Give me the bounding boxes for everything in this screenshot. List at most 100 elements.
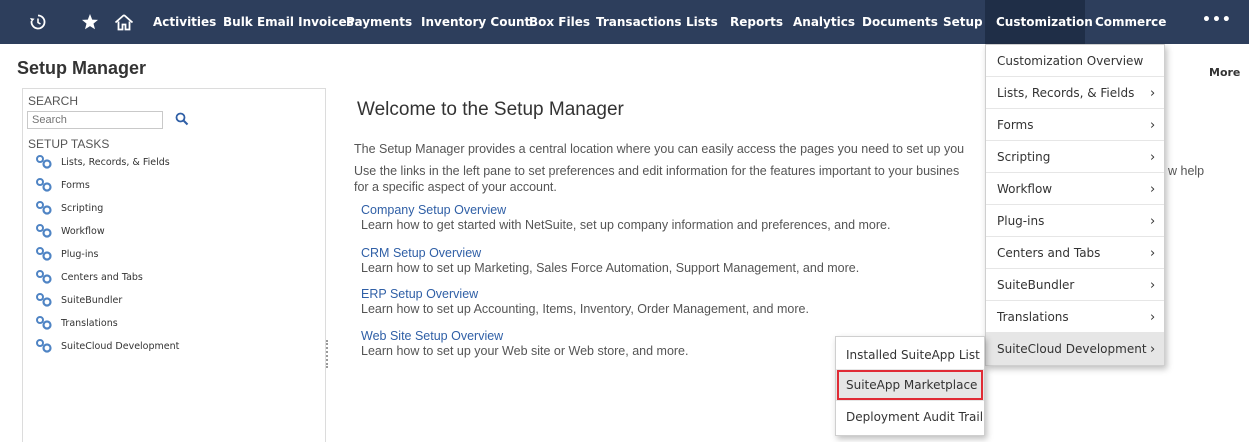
- company-setup-overview-link[interactable]: Company Setup Overview: [361, 203, 506, 217]
- menu-item-label: Customization Overview: [997, 53, 1144, 68]
- nav-inventory-count[interactable]: Inventory Count: [421, 0, 530, 44]
- nav-bulk-email-invoices[interactable]: Bulk Email Invoices: [223, 0, 354, 44]
- gear-icon: [36, 339, 52, 353]
- gear-icon: [36, 316, 52, 330]
- chevron-right-icon: ›: [1150, 181, 1156, 197]
- nav-activities[interactable]: Activities: [153, 0, 216, 44]
- chevron-right-icon: ›: [1150, 341, 1156, 357]
- submenu-item-installed-suiteapp-list[interactable]: Installed SuiteApp List: [836, 339, 984, 371]
- task-centers-and-tabs[interactable]: Centers and Tabs: [35, 268, 143, 286]
- task-suitebundler[interactable]: SuiteBundler: [35, 291, 122, 309]
- gear-icon: [36, 178, 52, 192]
- web-site-setup-description: Learn how to set up your Web site or Web…: [361, 344, 689, 358]
- nav-box-files[interactable]: Box Files: [529, 0, 590, 44]
- page-title: Setup Manager: [17, 58, 147, 78]
- recent-icon[interactable]: [27, 0, 49, 44]
- task-label: Centers and Tabs: [61, 271, 143, 283]
- intro-paragraph-2: Use the links in the left pane to set pr…: [354, 164, 960, 178]
- menu-item-label: Plug-ins: [997, 213, 1045, 228]
- menu-item-label: SuiteBundler: [997, 277, 1075, 292]
- gear-icon: [36, 270, 52, 284]
- chevron-right-icon: ›: [1150, 213, 1156, 229]
- nav-more-button[interactable]: •••: [1202, 0, 1232, 44]
- menu-item-lists-records-fields[interactable]: Lists, Records, & Fields ›: [986, 77, 1164, 109]
- menu-item-forms[interactable]: Forms ›: [986, 109, 1164, 141]
- nav-commerce[interactable]: Commerce: [1095, 0, 1166, 44]
- task-forms[interactable]: Forms: [35, 176, 90, 194]
- crm-setup-overview-link[interactable]: CRM Setup Overview: [361, 246, 481, 260]
- home-icon[interactable]: [113, 0, 135, 44]
- task-scripting[interactable]: Scripting: [35, 199, 103, 217]
- task-label: Plug-ins: [61, 248, 99, 260]
- top-navigation-bar: Activities Bulk Email Invoices Payments …: [0, 0, 1249, 44]
- menu-item-suitebundler[interactable]: SuiteBundler ›: [986, 269, 1164, 301]
- task-lists-records-fields[interactable]: Lists, Records, & Fields: [35, 153, 170, 171]
- company-setup-description: Learn how to get started with NetSuite, …: [361, 218, 891, 232]
- menu-item-label: Scripting: [997, 149, 1051, 164]
- setup-tasks-pane: SEARCH SETUP TASKS Lists, Records, & Fie…: [22, 88, 326, 442]
- search-heading: SEARCH: [28, 94, 79, 108]
- task-label: SuiteCloud Development: [61, 340, 180, 352]
- chevron-right-icon: ›: [1150, 149, 1156, 165]
- menu-item-suitecloud-development[interactable]: SuiteCloud Development ›: [986, 333, 1164, 365]
- menu-item-translations[interactable]: Translations ›: [986, 301, 1164, 333]
- nav-documents[interactable]: Documents: [862, 0, 938, 44]
- suitecloud-development-submenu: Installed SuiteApp List SuiteApp Marketp…: [835, 336, 985, 436]
- chevron-right-icon: ›: [1150, 85, 1156, 101]
- crm-setup-description: Learn how to set up Marketing, Sales For…: [361, 261, 860, 275]
- erp-setup-description: Learn how to set up Accounting, Items, I…: [361, 302, 809, 316]
- chevron-right-icon: ›: [1150, 309, 1156, 325]
- setup-tasks-heading: SETUP TASKS: [28, 137, 110, 151]
- menu-item-plug-ins[interactable]: Plug-ins ›: [986, 205, 1164, 237]
- intro-paragraph-2-end: w help: [1168, 164, 1205, 178]
- task-translations[interactable]: Translations: [35, 314, 118, 332]
- task-label: Scripting: [61, 202, 104, 214]
- nav-lists[interactable]: Lists: [686, 0, 718, 44]
- task-label: Translations: [61, 317, 118, 329]
- nav-reports[interactable]: Reports: [730, 0, 783, 44]
- menu-item-label: Centers and Tabs: [997, 245, 1101, 260]
- customization-dropdown-menu: Customization Overview Lists, Records, &…: [985, 44, 1165, 366]
- menu-item-label: Translations: [997, 309, 1069, 324]
- gear-icon: [36, 293, 52, 307]
- web-site-setup-overview-link[interactable]: Web Site Setup Overview: [361, 329, 503, 343]
- nav-analytics[interactable]: Analytics: [793, 0, 855, 44]
- task-suitecloud-development[interactable]: SuiteCloud Development: [35, 337, 179, 355]
- nav-setup[interactable]: Setup: [943, 0, 983, 44]
- nav-customization[interactable]: Customization: [985, 0, 1093, 44]
- menu-item-label: Workflow: [997, 181, 1053, 196]
- menu-item-scripting[interactable]: Scripting ›: [986, 141, 1164, 173]
- welcome-heading: Welcome to the Setup Manager: [357, 99, 624, 120]
- chevron-right-icon: ›: [1150, 245, 1156, 261]
- task-label: SuiteBundler: [61, 294, 123, 306]
- gear-icon: [36, 155, 52, 169]
- submenu-item-deployment-audit-trail[interactable]: Deployment Audit Trail: [836, 401, 984, 433]
- search-icon[interactable]: [173, 110, 191, 128]
- submenu-item-suiteapp-marketplace[interactable]: SuiteApp Marketplace: [836, 369, 984, 401]
- more-link[interactable]: More: [1209, 66, 1240, 79]
- menu-item-customization-overview[interactable]: Customization Overview: [986, 45, 1164, 77]
- nav-payments[interactable]: Payments: [346, 0, 412, 44]
- menu-item-centers-and-tabs[interactable]: Centers and Tabs ›: [986, 237, 1164, 269]
- star-icon[interactable]: [79, 0, 101, 44]
- menu-item-label: Lists, Records, & Fields: [997, 85, 1135, 100]
- menu-item-label: SuiteCloud Development: [997, 342, 1147, 356]
- search-input[interactable]: [27, 111, 163, 129]
- menu-item-label: Forms: [997, 117, 1034, 132]
- chevron-right-icon: ›: [1150, 277, 1156, 293]
- erp-setup-overview-link[interactable]: ERP Setup Overview: [361, 287, 478, 301]
- gear-icon: [36, 224, 52, 238]
- pane-splitter-handle[interactable]: [326, 340, 328, 368]
- task-plug-ins[interactable]: Plug-ins: [35, 245, 98, 263]
- task-workflow[interactable]: Workflow: [35, 222, 105, 240]
- intro-paragraph-1: The Setup Manager provides a central loc…: [354, 142, 965, 156]
- gear-icon: [36, 247, 52, 261]
- task-label: Lists, Records, & Fields: [61, 156, 170, 168]
- chevron-right-icon: ›: [1150, 117, 1156, 133]
- intro-paragraph-3: for a specific aspect of your account.: [354, 180, 557, 194]
- task-label: Forms: [61, 179, 90, 191]
- task-label: Workflow: [61, 225, 105, 237]
- menu-item-workflow[interactable]: Workflow ›: [986, 173, 1164, 205]
- nav-transactions[interactable]: Transactions: [596, 0, 682, 44]
- gear-icon: [36, 201, 52, 215]
